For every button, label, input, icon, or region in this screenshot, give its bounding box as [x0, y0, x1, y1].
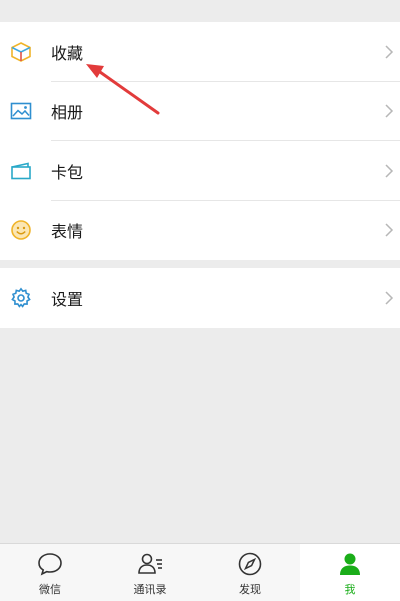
menu-item-label: 相册 [51, 103, 84, 123]
tab-label: 通讯录 [133, 583, 167, 596]
compass-icon [238, 552, 262, 576]
menu-group-settings: 设置 [0, 268, 400, 328]
menu-item-label: 设置 [51, 290, 84, 309]
menu-item-label: 卡包 [51, 162, 84, 182]
menu-item-label: 表情 [51, 222, 84, 242]
top-spacer [0, 0, 400, 11]
tab-discover[interactable]: 发现 [200, 544, 300, 601]
bottom-tab-bar: 微信 通讯录 发现 我 [0, 543, 400, 601]
chevron-right-icon [385, 291, 394, 305]
menu-item-card-wallet[interactable]: 卡包 [0, 141, 400, 201]
favorites-cube-icon [11, 41, 31, 62]
tab-label: 微信 [39, 583, 61, 596]
emoji-smile-icon [11, 220, 31, 241]
menu-item-emoji[interactable]: 表情 [0, 201, 400, 261]
menu-group-main: 收藏 相册 卡包 表情 [0, 22, 400, 260]
menu-item-label: 收藏 [51, 43, 84, 63]
tab-label: 发现 [239, 583, 261, 596]
chevron-right-icon [385, 104, 394, 118]
tab-contacts[interactable]: 通讯录 [100, 544, 200, 601]
menu-item-favorites[interactable]: 收藏 [0, 22, 400, 82]
tab-label: 我 [344, 583, 356, 596]
chevron-right-icon [385, 45, 394, 59]
chat-bubble-icon [38, 553, 62, 576]
contacts-icon [138, 553, 162, 574]
tab-chats[interactable]: 微信 [0, 544, 100, 601]
album-picture-icon [10, 102, 32, 120]
card-wallet-icon [11, 162, 31, 180]
gear-icon [11, 287, 31, 308]
menu-item-album[interactable]: 相册 [0, 82, 400, 141]
menu-item-settings[interactable]: 设置 [0, 268, 400, 328]
chevron-right-icon [385, 223, 394, 237]
chevron-right-icon [385, 164, 394, 178]
person-icon [340, 553, 360, 575]
tab-me[interactable]: 我 [300, 544, 400, 601]
